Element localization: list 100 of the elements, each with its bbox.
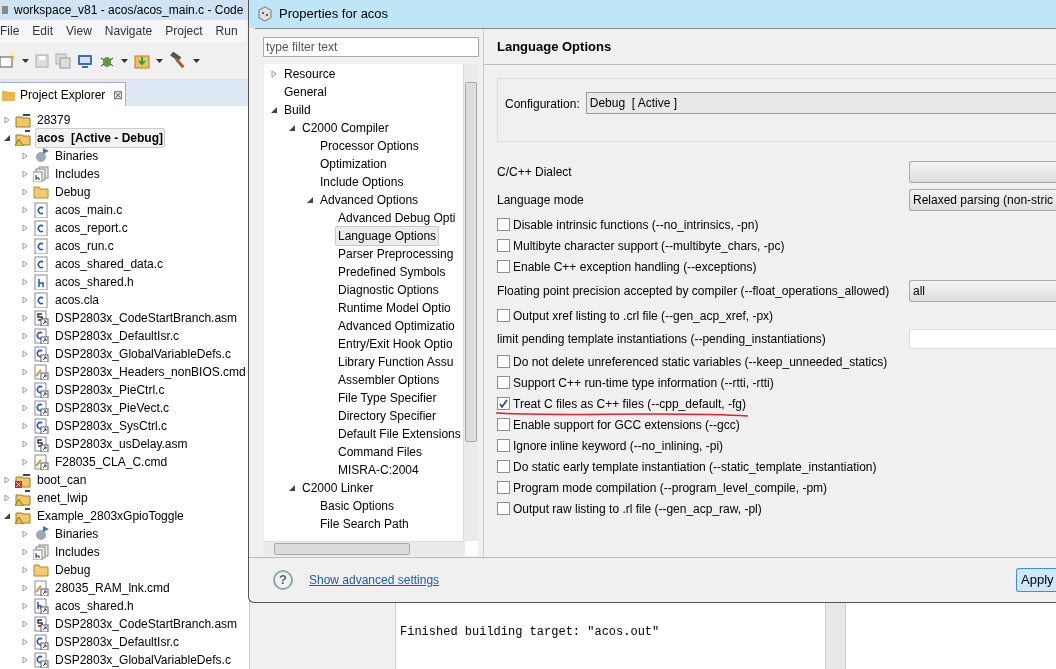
tree-item[interactable]: 28035_RAM_lnk.cmd [53,578,172,598]
tree-item[interactable]: DSP2803x_GlobalVariableDefs.c [53,650,233,669]
tree-item[interactable]: Example_2803xGpioToggle [35,506,186,526]
tree-item[interactable]: Directory Specifier [335,406,440,426]
tree-item[interactable]: acos_shared_data.c [53,254,166,274]
menu-item[interactable]: Edit [32,22,54,40]
import-icon[interactable] [134,52,150,69]
checkbox[interactable] [497,355,510,368]
tree-item[interactable]: Includes [53,542,102,562]
tree-item[interactable]: DSP2803x_Headers_nonBIOS.cmd [53,362,248,382]
tree-item[interactable]: Command Files [335,442,426,462]
dropdown[interactable]: all [909,280,1056,302]
apply-button[interactable]: Apply [1016,568,1056,592]
tree-item[interactable]: DSP2803x_SysCtrl.c [53,416,170,436]
save-icon[interactable] [35,53,49,68]
dropdown[interactable]: Relaxed parsing (non-stric [909,189,1056,211]
tree-item[interactable]: Runtime Model Optio [335,298,454,318]
save-all-icon[interactable] [55,52,71,69]
show-advanced-settings-link[interactable]: Show advanced settings [309,571,440,589]
menu-item[interactable]: Run [215,22,238,40]
scroll-thumb[interactable] [465,82,477,442]
tree-item[interactable]: enet_lwip [35,488,90,508]
checkbox[interactable] [497,376,510,389]
tree-item[interactable]: Default File Extensions [335,424,463,444]
checkbox[interactable] [497,439,510,452]
new-file-icon[interactable] [0,53,16,68]
tree-item[interactable]: DSP2803x_DefaultIsr.c [53,632,182,652]
tree-item[interactable]: 28379 [35,110,73,130]
tree-item[interactable]: acos [Active - Debug] [35,128,166,148]
tree-item[interactable]: Language Options [335,226,440,246]
tree-item[interactable]: DSP2803x_usDelay.asm [53,434,190,454]
tree-item[interactable]: DSP2803x_PieCtrl.c [53,380,167,400]
tree-item[interactable]: C2000 Compiler [299,118,392,138]
input-field[interactable] [909,328,1056,349]
checkbox[interactable] [497,397,510,410]
tree-item[interactable]: DSP2803x_CodeStartBranch.asm [53,308,240,328]
tree-item[interactable]: DSP2803x_CodeStartBranch.asm [53,614,240,634]
tree-item[interactable]: File Search Path [317,514,412,534]
checkbox[interactable] [497,481,510,494]
tree-item[interactable]: acos_shared.h [53,272,136,292]
checkbox[interactable] [497,218,510,231]
checkbox[interactable] [497,260,510,273]
tree-item[interactable]: Binaries [53,146,101,166]
dropdown-caret-icon[interactable] [193,58,200,63]
hammer-icon[interactable] [169,51,187,70]
menu-item[interactable]: File [0,22,20,40]
tree-item[interactable]: C2000 Linker [299,478,377,498]
tree-item[interactable]: Binaries [53,524,101,544]
tree-item[interactable]: DSP2803x_PieVect.c [53,398,172,418]
tree-item[interactable]: boot_can [35,470,89,490]
help-icon[interactable]: ? [273,570,293,590]
tree-item[interactable]: Includes [53,164,102,184]
tree-item[interactable]: Debug [53,182,93,202]
tree-item[interactable]: Diagnostic Options [335,280,442,300]
horizontal-scrollbar[interactable] [264,541,465,556]
explorer-tab[interactable]: Project Explorer ⊠ [0,82,127,106]
tree-item[interactable]: Build [281,100,314,120]
tree-item[interactable]: acos.cla [53,290,102,310]
menu-item[interactable]: View [66,22,92,40]
dropdown-caret-icon[interactable] [156,58,163,63]
monitor-icon[interactable] [77,53,93,68]
tree-item[interactable]: Optimization [317,154,390,174]
checkbox[interactable] [497,502,510,515]
configuration-dropdown[interactable]: Debug [ Active ] [585,92,1056,114]
checkbox[interactable] [497,418,510,431]
tree-item[interactable]: Library Function Assu [335,352,457,372]
tree-item[interactable]: Advanced Options [317,190,422,210]
tree-item[interactable]: General [281,82,330,102]
tree-item[interactable]: acos_report.c [53,218,130,238]
tree-item[interactable]: F28035_CLA_C.cmd [53,452,170,472]
tree-item[interactable]: acos_run.c [53,236,116,256]
tree-item[interactable]: Basic Options [317,496,398,516]
tree-item[interactable]: DSP2803x_GlobalVariableDefs.c [53,344,233,364]
tree-item[interactable]: Include Options [317,172,407,192]
scrollbar[interactable] [825,600,845,669]
checkbox[interactable] [497,239,510,252]
scroll-thumb[interactable] [274,543,410,555]
dropdown-caret-icon[interactable] [22,58,29,63]
tree-item[interactable]: Advanced Debug Opti [335,208,459,228]
tree-item[interactable]: Processor Options [317,136,422,156]
tree-item[interactable]: Parser Preprocessing [335,244,457,264]
filter-field[interactable]: type filter text [263,37,479,57]
dropdown[interactable] [909,161,1056,183]
dropdown-caret-icon[interactable] [121,58,128,63]
tree-item[interactable]: Advanced Optimizatio [335,316,458,336]
tree-item[interactable]: DSP2803x_DefaultIsr.c [53,326,182,346]
checkbox[interactable] [497,460,510,473]
menu-item[interactable]: Project [165,22,203,40]
tree-item[interactable]: File Type Specifier [335,388,440,408]
tree-item[interactable]: MISRA-C:2004 [335,460,422,480]
tree-item[interactable]: Debug [53,560,93,580]
checkbox[interactable] [497,309,510,322]
vertical-scrollbar[interactable] [463,64,478,541]
menu-item[interactable]: Navigate [104,22,153,40]
tree-item[interactable]: Resource [281,64,339,84]
close-icon[interactable]: ⊠ [113,85,124,104]
tree-item[interactable]: acos_shared.h [53,596,136,616]
tree-item[interactable]: Assembler Options [335,370,443,390]
tree-item[interactable]: Predefined Symbols [335,262,449,282]
tree-item[interactable]: Entry/Exit Hook Optio [335,334,456,354]
